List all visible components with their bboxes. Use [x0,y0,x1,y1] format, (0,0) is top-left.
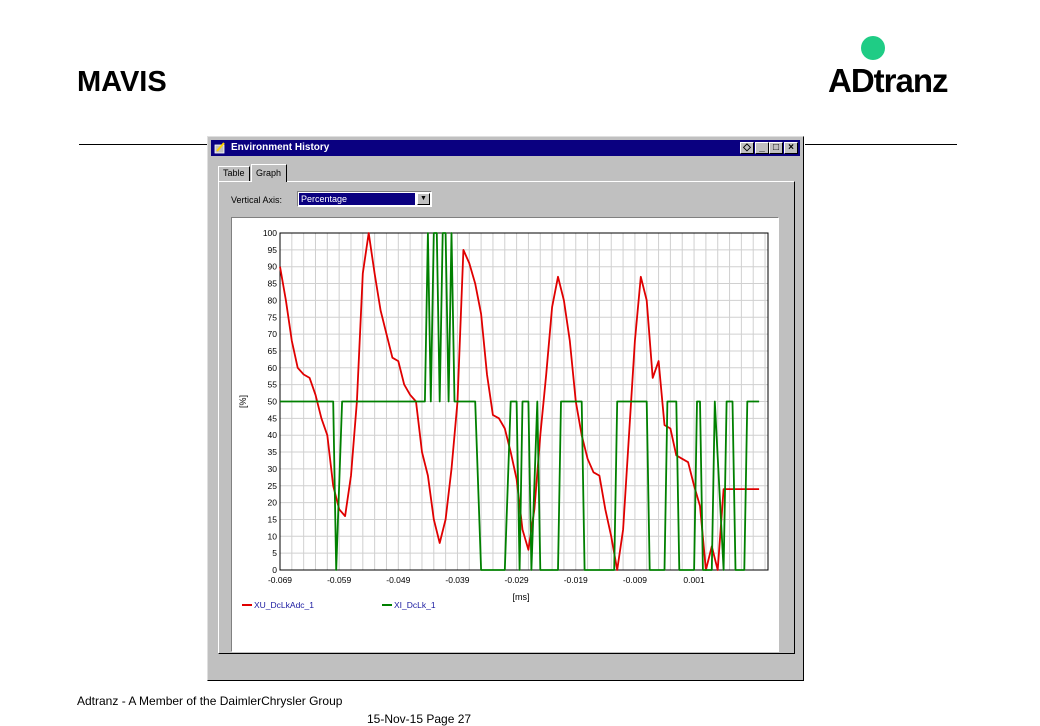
x-tick-label: -0.019 [564,575,588,585]
y-tick-label: 75 [268,312,278,322]
vertical-axis-label: Vertical Axis: [231,195,283,205]
y-tick-label: 25 [268,481,278,491]
adtranz-logo: ADtranz [826,36,966,100]
y-tick-label: 70 [268,329,278,339]
vertical-axis-select[interactable]: Percentage ▼ [297,191,432,207]
vertical-axis-value: Percentage [299,193,415,205]
title-rule-left [79,144,207,145]
line-chart: 0 5 10 15 20 25 30 35 40 45 50 55 60 65 70 75 80 85 90 95 10… [238,228,769,610]
x-tick-label: -0.029 [505,575,529,585]
y-tick-label: 45 [268,413,278,423]
window-title: Environment History [231,142,330,153]
x-tick-label: 0.001 [683,575,705,585]
legend-label: XI_DcLk_1 [394,600,436,610]
x-tick-label: -0.039 [445,575,469,585]
x-tick-label: -0.049 [386,575,410,585]
x-tick-label: -0.059 [327,575,351,585]
tab-table[interactable]: Table [218,166,250,181]
y-tick-label: 0 [272,565,277,575]
close-button[interactable]: × [784,142,798,154]
y-tick-label: 55 [268,380,278,390]
chevron-down-icon[interactable]: ▼ [417,193,430,205]
x-tick-label: -0.009 [623,575,647,585]
y-tick-label: 50 [268,397,278,407]
graph-panel: Vertical Axis: Percentage ▼ 0 5 10 15 20 25 30… [218,181,795,654]
logo-dot [861,36,885,60]
window-titlebar[interactable]: Environment History ◇ _ □ × [211,140,800,156]
y-tick-label: 85 [268,279,278,289]
y-tick-label: 40 [268,430,278,440]
y-tick-label: 95 [268,245,278,255]
footer-text: Adtranz - A Member of the DaimlerChrysle… [77,694,343,708]
slide-title: MAVIS [77,66,167,98]
environment-history-window: Environment History ◇ _ □ × Table Graph … [207,136,804,681]
y-tick-label: 60 [268,363,278,373]
x-tick-label: -0.069 [268,575,292,585]
maximize-button[interactable]: □ [769,142,783,154]
y-tick-label: 10 [268,531,278,541]
x-axis-label: [ms] [513,592,530,602]
y-tick-label: 65 [268,346,278,356]
minimize-button[interactable]: _ [755,142,769,154]
tab-graph[interactable]: Graph [251,164,287,182]
y-tick-label: 90 [268,262,278,272]
y-axis-label: [%] [238,395,248,408]
legend-label: XU_DcLkAdc_1 [254,600,314,610]
y-tick-label: 20 [268,498,278,508]
y-tick-label: 5 [272,548,277,558]
y-tick-label: 100 [263,228,277,238]
chart-area: 0 5 10 15 20 25 30 35 40 45 50 55 60 65 70 75 80 85 90 95 10… [231,217,779,652]
y-tick-label: 15 [268,514,278,524]
title-rule-right [805,144,957,145]
y-tick-label: 80 [268,295,278,305]
y-tick-label: 30 [268,464,278,474]
restore-icon[interactable]: ◇ [740,142,754,154]
footer-page: 15-Nov-15 Page 27 [367,712,472,726]
app-icon [214,142,225,154]
y-tick-label: 35 [268,447,278,457]
logo-text: ADtranz [828,62,949,99]
